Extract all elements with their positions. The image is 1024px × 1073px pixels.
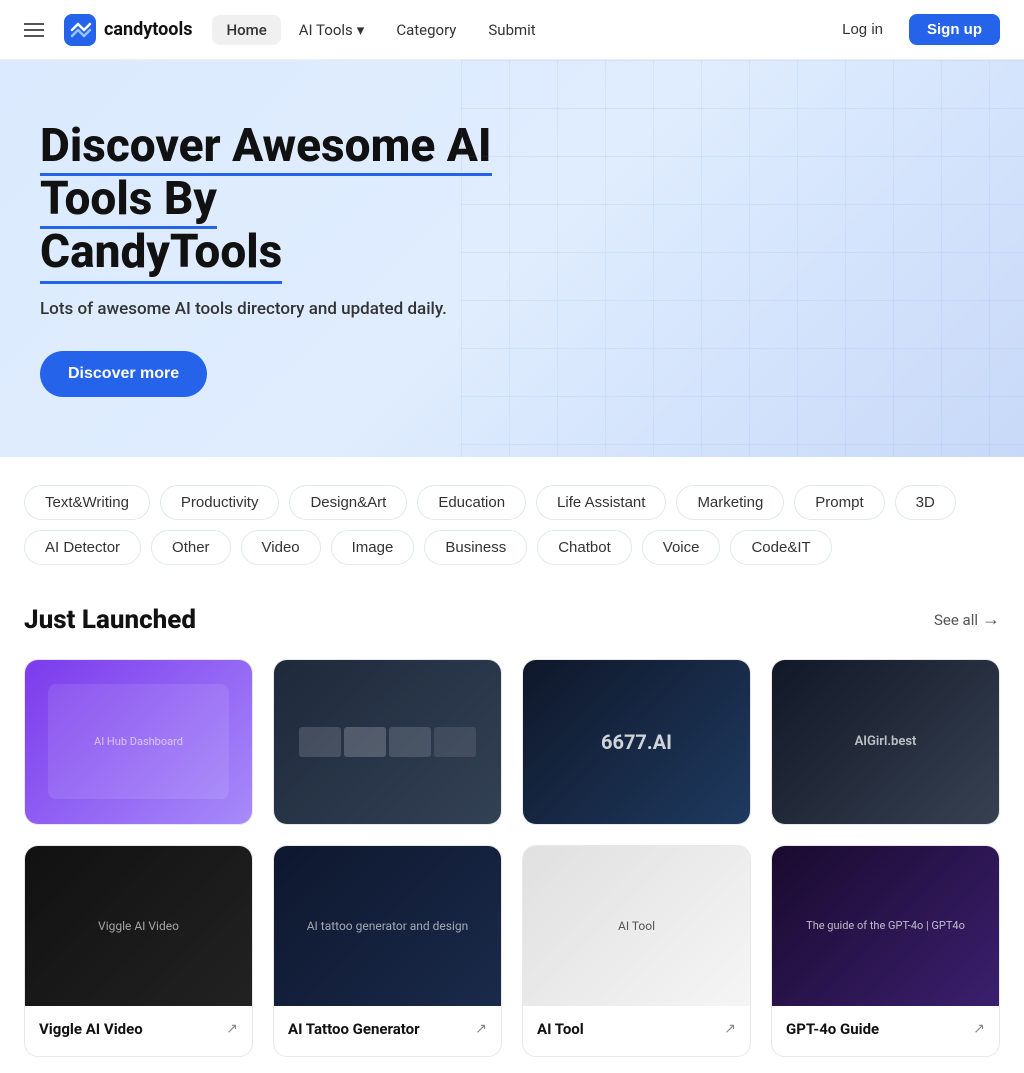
card-viggle[interactable]: Viggle AI Video Viggle AI Video ↗ <box>24 845 253 1057</box>
card-title-7: AI Tool <box>537 1020 584 1038</box>
hero-grid-decoration <box>461 60 1024 457</box>
card-body-1: Findaisites - Your ... ↗ Explore the AI … <box>25 824 252 825</box>
card-thumb-3: 6677.AI <box>523 660 750 824</box>
cat-3d[interactable]: 3D <box>895 485 956 520</box>
hamburger-button[interactable] <box>24 23 44 37</box>
cards-grid-row2: Viggle AI Video Viggle AI Video ↗ AI tat… <box>24 845 1000 1057</box>
nav-home[interactable]: Home <box>212 15 280 45</box>
card-title-row-6: AI Tattoo Generator ↗ <box>288 1020 487 1038</box>
card-title-row-7: AI Tool ↗ <box>537 1020 736 1038</box>
card-thumb-7: AI Tool <box>523 846 750 1006</box>
card-body-8: GPT-4o Guide ↗ <box>772 1006 999 1056</box>
card-artiversehub[interactable]: ArtiverseHub AI ↗ Get creative with Arti… <box>273 659 502 825</box>
card-aigirlfriend[interactable]: AIGirl.best Best AI Girl Friend ↗ Best f… <box>771 659 1000 825</box>
external-link-icon-7: ↗ <box>724 1021 736 1037</box>
categories-section: Text&Writing Productivity Design&Art Edu… <box>0 457 1024 573</box>
nav-links: Home AI Tools ▾ Category Submit <box>212 15 549 45</box>
card-thumb-5: Viggle AI Video <box>25 846 252 1006</box>
card-title-6: AI Tattoo Generator <box>288 1020 420 1038</box>
nav-submit[interactable]: Submit <box>474 15 549 45</box>
nav-category[interactable]: Category <box>382 15 470 45</box>
card-body-4: Best AI Girl Friend ↗ Best free AI AI Gi… <box>772 824 999 825</box>
card-body-6: AI Tattoo Generator ↗ <box>274 1006 501 1056</box>
card-thumb-4: AIGirl.best <box>772 660 999 824</box>
discover-more-button[interactable]: Discover more <box>40 351 207 397</box>
external-link-icon-5: ↗ <box>226 1021 238 1037</box>
cat-video[interactable]: Video <box>241 530 321 565</box>
cat-design-art[interactable]: Design&Art <box>289 485 407 520</box>
cat-marketing[interactable]: Marketing <box>676 485 784 520</box>
cat-business[interactable]: Business <box>424 530 527 565</box>
card-thumb-6: AI tattoo generator and design <box>274 846 501 1006</box>
hero-title-underline: CandyTools <box>40 225 282 284</box>
card-6677ai[interactable]: 6677.AI 6677 AI ↗ Building the AI-Enhanc… <box>522 659 751 825</box>
logo-icon <box>64 14 96 46</box>
just-launched-section: Just Launched See all → AI Hub Dashboard… <box>0 573 1024 1073</box>
card-title-row-8: GPT-4o Guide ↗ <box>786 1020 985 1038</box>
navbar: candytools Home AI Tools ▾ Category Subm… <box>0 0 1024 60</box>
cat-codeit[interactable]: Code&IT <box>730 530 831 565</box>
card-findaisites[interactable]: AI Hub Dashboard Findaisites - Your ... … <box>24 659 253 825</box>
card-body-5: Viggle AI Video ↗ <box>25 1006 252 1056</box>
cat-productivity[interactable]: Productivity <box>160 485 280 520</box>
card-body-2: ArtiverseHub AI ↗ Get creative with Arti… <box>274 824 501 825</box>
logo[interactable]: candytools <box>64 14 192 46</box>
section-header: Just Launched See all → <box>24 605 1000 635</box>
cat-life-assistant[interactable]: Life Assistant <box>536 485 666 520</box>
card-title-8: GPT-4o Guide <box>786 1020 879 1038</box>
cards-grid-row1: AI Hub Dashboard Findaisites - Your ... … <box>24 659 1000 825</box>
arrow-right-icon: → <box>982 609 1000 630</box>
card-aitool[interactable]: AI Tool AI Tool ↗ <box>522 845 751 1057</box>
card-thumb-2 <box>274 660 501 824</box>
cat-voice[interactable]: Voice <box>642 530 721 565</box>
card-thumb-1: AI Hub Dashboard <box>25 660 252 824</box>
hero-section: Discover Awesome AI Tools By CandyTools … <box>0 60 1024 457</box>
login-button[interactable]: Log in <box>826 14 899 45</box>
nav-left: candytools Home AI Tools ▾ Category Subm… <box>24 14 550 46</box>
cat-text-writing[interactable]: Text&Writing <box>24 485 150 520</box>
logo-text: candytools <box>104 19 192 40</box>
card-gpt4guide[interactable]: The guide of the GPT-4o | GPT4o GPT-4o G… <box>771 845 1000 1057</box>
card-title-5: Viggle AI Video <box>39 1020 143 1038</box>
card-thumb-8: The guide of the GPT-4o | GPT4o <box>772 846 999 1006</box>
see-all-link[interactable]: See all → <box>934 609 1000 630</box>
cat-other[interactable]: Other <box>151 530 231 565</box>
chevron-down-icon: ▾ <box>357 21 365 39</box>
external-link-icon-8: ↗ <box>973 1021 985 1037</box>
section-title: Just Launched <box>24 605 196 635</box>
cat-ai-detector[interactable]: AI Detector <box>24 530 141 565</box>
signup-button[interactable]: Sign up <box>909 14 1000 45</box>
nav-right: Log in Sign up <box>826 14 1000 45</box>
card-title-row-5: Viggle AI Video ↗ <box>39 1020 238 1038</box>
external-link-icon-6: ↗ <box>475 1021 487 1037</box>
cat-image[interactable]: Image <box>331 530 415 565</box>
cat-prompt[interactable]: Prompt <box>794 485 884 520</box>
cat-education[interactable]: Education <box>417 485 526 520</box>
card-body-7: AI Tool ↗ <box>523 1006 750 1056</box>
card-body-3: 6677 AI ↗ Building the AI-Enhanced Tools… <box>523 824 750 825</box>
cat-chatbot[interactable]: Chatbot <box>537 530 632 565</box>
nav-ai-tools[interactable]: AI Tools ▾ <box>285 15 379 45</box>
card-tattoo[interactable]: AI tattoo generator and design AI Tattoo… <box>273 845 502 1057</box>
